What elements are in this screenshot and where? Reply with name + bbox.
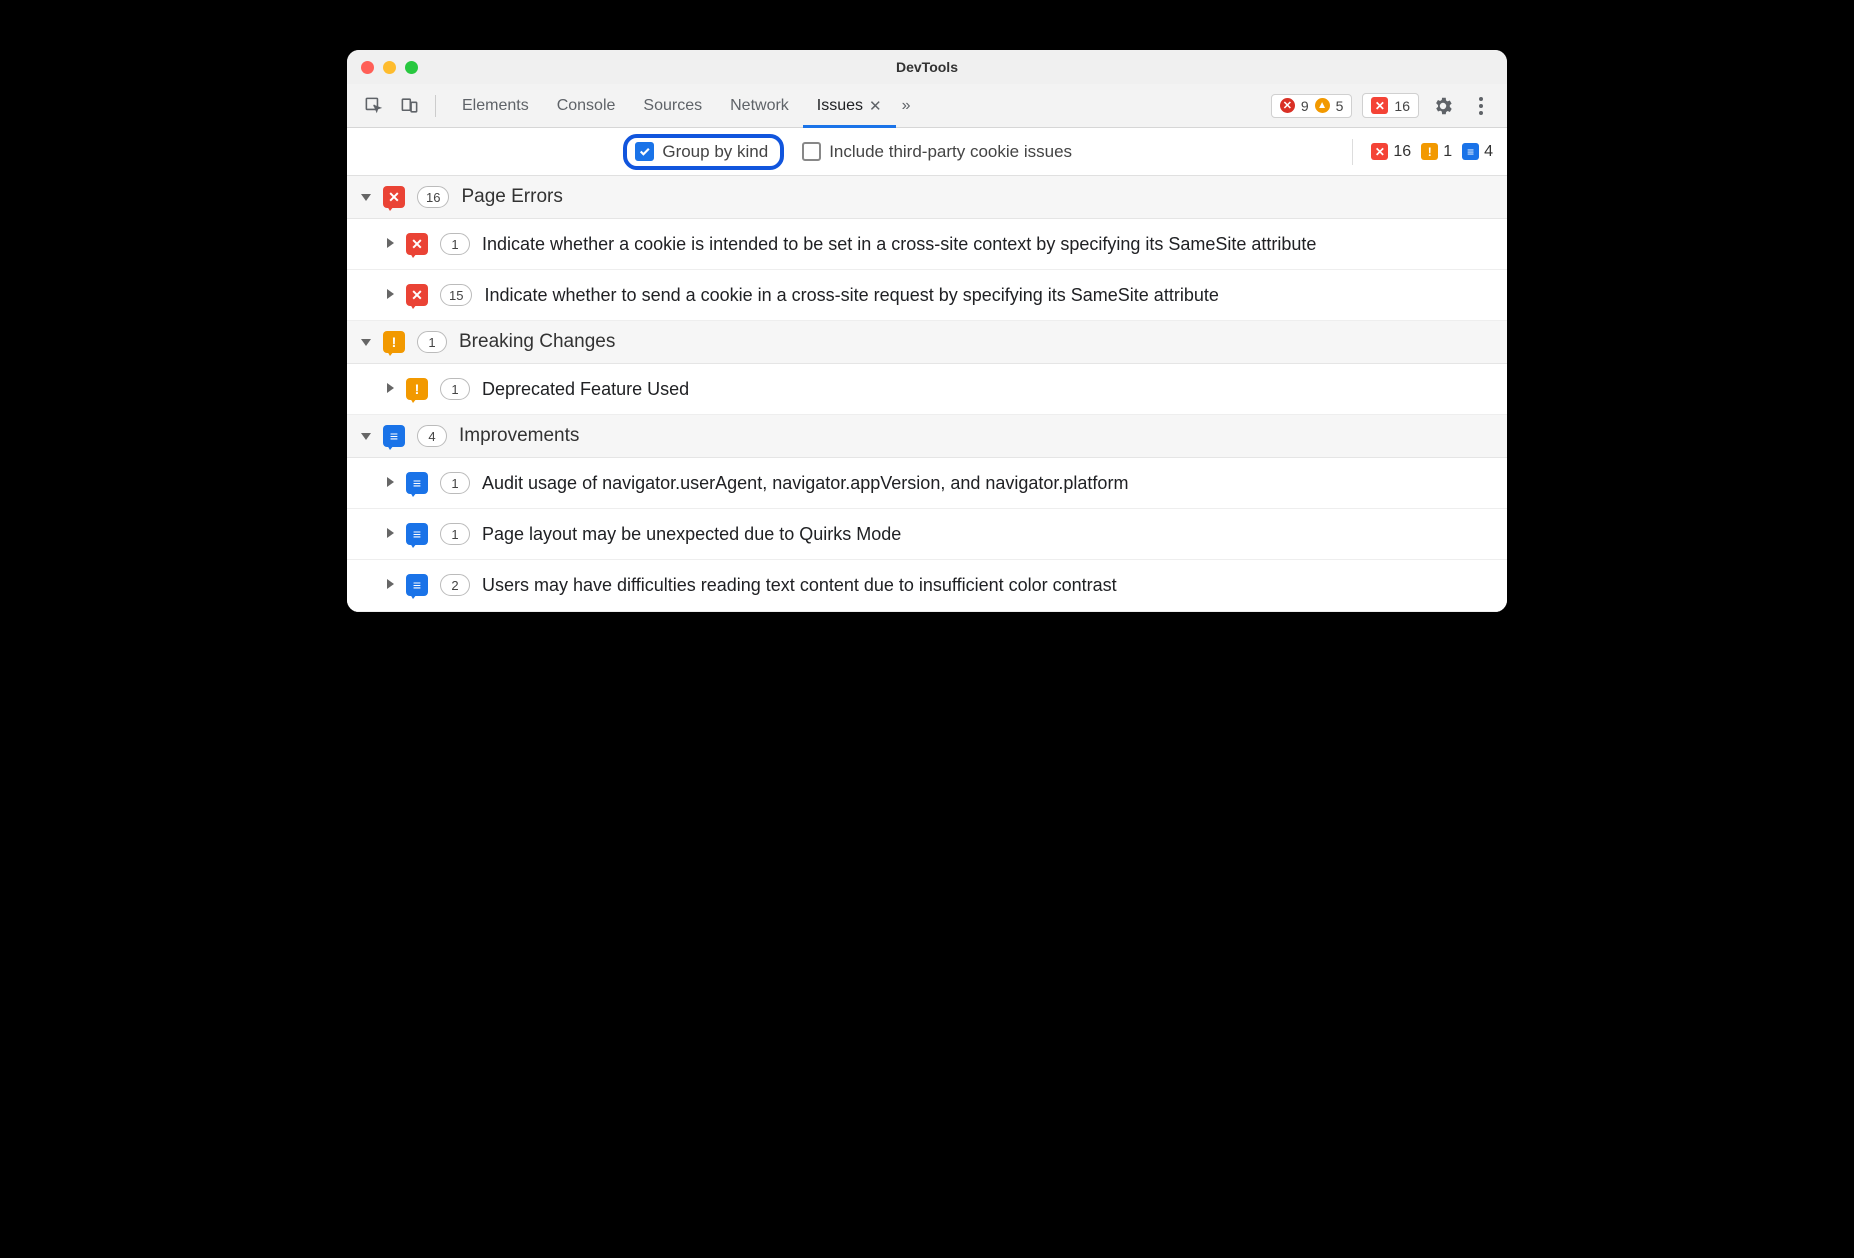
group-count: 16	[417, 186, 449, 208]
issue-title: Indicate whether a cookie is intended to…	[482, 231, 1493, 257]
issue-title: Deprecated Feature Used	[482, 376, 1493, 402]
group-head-page-errors[interactable]: ✕ 16 Page Errors	[347, 176, 1507, 219]
issue-error-icon: ✕	[1371, 97, 1388, 114]
chevron-right-icon	[387, 528, 394, 538]
group-label: Page Errors	[461, 186, 562, 208]
warning-bubble-icon: !	[406, 378, 428, 400]
warning-kind-count[interactable]: ! 1	[1421, 143, 1452, 161]
include-3p-cookie-label: Include third-party cookie issues	[829, 142, 1072, 162]
subbar-divider	[1352, 139, 1353, 165]
error-bubble-icon: ✕	[383, 186, 405, 208]
chevron-down-icon	[361, 339, 371, 346]
issue-count: 15	[440, 284, 472, 306]
tabstrip: Elements Console Sources Network Issues …	[448, 84, 1263, 128]
titlebar: DevTools	[347, 50, 1507, 84]
fullscreen-window-button[interactable]	[405, 61, 418, 74]
toolbar-divider	[435, 95, 436, 117]
toolbar-right: ✕ 9 ▲ 5 ✕ 16	[1271, 92, 1495, 120]
issue-count: 1	[440, 472, 470, 494]
issue-count: 1	[440, 233, 470, 255]
devtools-window: DevTools Elements Console Sources Networ…	[347, 50, 1507, 612]
warn-count: 5	[1336, 98, 1344, 114]
tab-console[interactable]: Console	[543, 84, 630, 128]
inspect-element-button[interactable]	[359, 92, 387, 120]
chevron-right-icon	[387, 477, 394, 487]
minimize-window-button[interactable]	[383, 61, 396, 74]
chevron-right-icon	[387, 289, 394, 299]
error-bubble-icon: ✕	[406, 233, 428, 255]
console-errors-warnings[interactable]: ✕ 9 ▲ 5	[1271, 94, 1353, 118]
chevron-right-icon	[387, 238, 394, 248]
chevron-down-icon	[361, 194, 371, 201]
issue-row[interactable]: ≡ 2 Users may have difficulties reading …	[347, 560, 1507, 611]
tab-network[interactable]: Network	[716, 84, 803, 128]
include-3p-cookie-group[interactable]: Include third-party cookie issues	[802, 142, 1072, 162]
chevron-right-icon	[387, 579, 394, 589]
issue-row[interactable]: ≡ 1 Page layout may be unexpected due to…	[347, 509, 1507, 560]
group-count: 4	[417, 425, 447, 447]
tab-sources[interactable]: Sources	[629, 84, 716, 128]
issue-row[interactable]: ! 1 Deprecated Feature Used	[347, 364, 1507, 415]
traffic-lights	[361, 61, 418, 74]
main-toolbar: Elements Console Sources Network Issues …	[347, 84, 1507, 128]
issue-title: Indicate whether to send a cookie in a c…	[484, 282, 1493, 308]
error-kind-count[interactable]: ✕ 16	[1371, 143, 1411, 161]
issue-count: 2	[440, 574, 470, 596]
group-head-breaking-changes[interactable]: ! 1 Breaking Changes	[347, 321, 1507, 364]
info-bubble-icon: ≡	[406, 472, 428, 494]
settings-button[interactable]	[1429, 92, 1457, 120]
group-label: Improvements	[459, 425, 579, 447]
group-by-kind-checkbox[interactable]	[635, 142, 654, 161]
info-kind-count[interactable]: ≡ 4	[1462, 143, 1493, 161]
tab-elements[interactable]: Elements	[448, 84, 543, 128]
issue-count: 16	[1394, 98, 1410, 114]
group-label: Breaking Changes	[459, 331, 615, 353]
error-bubble-icon: ✕	[1371, 143, 1388, 160]
chevron-right-icon	[387, 383, 394, 393]
include-3p-cookie-checkbox[interactable]	[802, 142, 821, 161]
window-title: DevTools	[347, 59, 1507, 75]
info-bubble-icon: ≡	[383, 425, 405, 447]
issues-list: ✕ 16 Page Errors ✕ 1 Indicate whether a …	[347, 176, 1507, 612]
more-tabs-button[interactable]: »	[896, 97, 917, 115]
info-bubble-icon: ≡	[1462, 143, 1479, 160]
kebab-menu-button[interactable]	[1467, 92, 1495, 120]
tab-issues[interactable]: Issues ✕	[803, 84, 896, 128]
close-tab-icon[interactable]: ✕	[869, 97, 882, 115]
issues-badge[interactable]: ✕ 16	[1362, 93, 1419, 118]
issue-row[interactable]: ✕ 1 Indicate whether a cookie is intende…	[347, 219, 1507, 270]
chevron-down-icon	[361, 433, 371, 440]
group-by-kind-highlight: Group by kind	[623, 134, 784, 170]
warning-bubble-icon: !	[1421, 143, 1438, 160]
close-window-button[interactable]	[361, 61, 374, 74]
error-bubble-icon: ✕	[406, 284, 428, 306]
issue-title: Page layout may be unexpected due to Qui…	[482, 521, 1493, 547]
device-mode-button[interactable]	[395, 92, 423, 120]
error-icon: ✕	[1280, 98, 1295, 113]
issue-row[interactable]: ≡ 1 Audit usage of navigator.userAgent, …	[347, 458, 1507, 509]
group-count: 1	[417, 331, 447, 353]
warning-bubble-icon: !	[383, 331, 405, 353]
info-bubble-icon: ≡	[406, 574, 428, 596]
issue-count: 1	[440, 378, 470, 400]
info-bubble-icon: ≡	[406, 523, 428, 545]
issue-title: Audit usage of navigator.userAgent, navi…	[482, 470, 1493, 496]
issues-filter-bar: Group by kind Include third-party cookie…	[347, 128, 1507, 176]
error-count: 9	[1301, 98, 1309, 114]
issue-title: Users may have difficulties reading text…	[482, 572, 1493, 598]
group-by-kind-label: Group by kind	[662, 142, 768, 162]
group-head-improvements[interactable]: ≡ 4 Improvements	[347, 415, 1507, 458]
issue-count: 1	[440, 523, 470, 545]
warning-icon: ▲	[1315, 98, 1330, 113]
issue-row[interactable]: ✕ 15 Indicate whether to send a cookie i…	[347, 270, 1507, 321]
issue-kind-counts: ✕ 16 ! 1 ≡ 4	[1371, 143, 1493, 161]
